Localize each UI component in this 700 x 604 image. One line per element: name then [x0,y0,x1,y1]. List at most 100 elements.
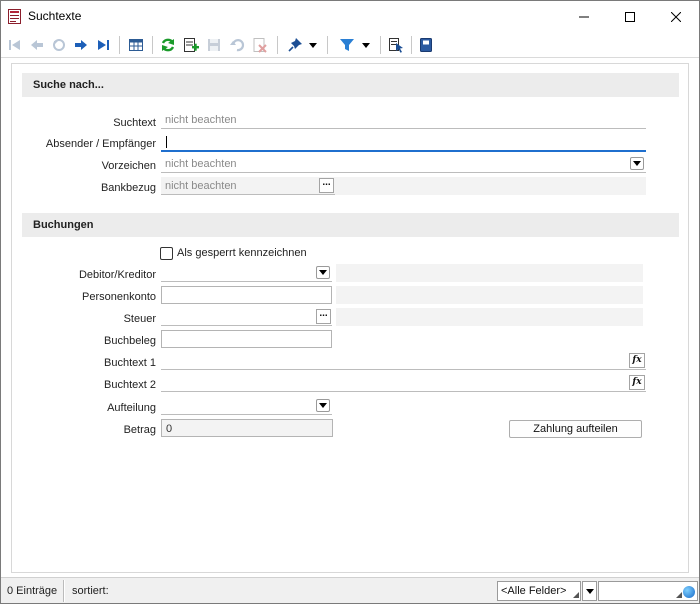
toolbar-separator [327,36,328,54]
buchungen-section-header: Buchungen [22,213,679,237]
aufteilung-dropdown-button[interactable] [316,399,330,412]
gesperrt-label: Als gesperrt kennzeichnen [177,247,307,259]
suchtext-label: Suchtext [113,117,156,129]
book-button[interactable] [416,35,436,55]
toolbar-separator [411,36,412,54]
personenkonto-input[interactable] [161,286,332,304]
debitor-name-display [336,264,643,282]
suchtext-input[interactable]: nicht beachten [161,111,646,129]
chevron-down-icon [309,42,317,48]
pin-button[interactable] [285,35,305,55]
buchtext1-label: Buchtext 1 [104,357,156,369]
betrag-input[interactable]: 0 [161,419,333,437]
text-caret [166,136,167,148]
close-icon [671,11,681,22]
buchtext2-formula-button[interactable]: fx [629,375,645,390]
search-section-header: Suche nach... [22,73,679,97]
resize-grip-icon [676,592,682,598]
debitor-dropdown-button[interactable] [316,266,330,279]
refresh-button[interactable] [158,35,178,55]
buchtext1-input[interactable]: fx [161,352,646,370]
bankbezug-placeholder: nicht beachten [165,180,237,192]
next-record-icon [75,40,87,50]
last-record-button[interactable] [93,35,113,55]
chevron-down-icon [633,161,641,166]
save-icon [208,39,220,51]
chevron-down-icon [319,403,327,408]
pin-dropdown-button[interactable] [306,35,320,55]
vorzeichen-label: Vorzeichen [101,160,156,172]
globe-icon[interactable] [683,586,695,598]
chevron-down-icon [585,588,594,594]
zahlung-aufteilen-button[interactable]: Zahlung aufteilen [509,420,642,438]
buchbeleg-input[interactable] [161,330,332,348]
steuer-input[interactable]: ... [161,308,332,326]
chevron-down-icon [319,270,327,275]
undo-icon [230,39,245,52]
field-filter-select[interactable]: <Alle Felder> [497,581,581,601]
toolbar-separator [119,36,120,54]
previous-record-icon [31,40,43,50]
new-record-button[interactable] [181,35,201,55]
toolbar [1,32,699,58]
toolbar-separator [152,36,153,54]
undo-button[interactable] [227,35,247,55]
aufteilung-select[interactable] [161,397,332,415]
pin-icon [288,38,302,52]
filter-icon [340,39,354,51]
steuer-label: Steuer [123,313,156,325]
bankbezug-filler [335,177,646,195]
minimize-icon [579,16,589,17]
select-button[interactable] [386,35,406,55]
filter-dropdown-button[interactable] [359,35,373,55]
gesperrt-checkbox[interactable] [160,247,173,260]
content-area: Suche nach... Suchtext nicht beachten Ab… [1,59,699,577]
table-view-icon [129,39,143,51]
debitor-select[interactable] [161,264,332,282]
vorzeichen-select[interactable]: nicht beachten [161,155,646,173]
vorzeichen-dropdown-button[interactable] [630,157,644,170]
select-icon [389,38,403,53]
maximize-button[interactable] [607,1,653,32]
bankbezug-browse-button[interactable]: ... [319,178,334,193]
aufteilung-label: Aufteilung [107,402,156,414]
buchtext2-input[interactable]: fx [161,374,646,392]
status-separator [63,580,65,602]
betrag-label: Betrag [123,424,156,436]
close-button[interactable] [653,1,699,32]
first-record-button[interactable] [5,35,25,55]
maximize-icon [625,11,635,22]
refresh-icon [161,38,175,52]
quick-search-input[interactable] [598,581,698,601]
previous-record-button[interactable] [27,35,47,55]
table-view-button[interactable] [126,35,146,55]
steuer-browse-button[interactable]: ... [316,309,331,324]
sort-status: sortiert: [72,585,109,597]
toolbar-separator [277,36,278,54]
next-record-button[interactable] [71,35,91,55]
last-record-icon [98,40,109,50]
buchtext1-formula-button[interactable]: fx [629,353,645,368]
save-button[interactable] [204,35,224,55]
delete-icon [253,38,267,53]
minimize-button[interactable] [561,1,607,32]
first-record-icon [9,40,20,50]
new-record-icon [184,38,199,52]
back-button[interactable] [49,35,69,55]
absender-label: Absender / Empfänger [45,138,156,150]
app-window: Suchtexte Suche nach... Suchtext nicht b… [0,0,700,604]
resize-grip-icon [573,592,579,598]
field-filter-value: <Alle Felder> [501,585,567,597]
title-bar: Suchtexte [1,1,699,32]
delete-button[interactable] [250,35,270,55]
filter-button[interactable] [337,35,357,55]
personenkonto-name-display [336,286,643,304]
window-title: Suchtexte [28,9,82,23]
absender-input[interactable] [161,133,646,152]
status-bar: 0 Einträge sortiert: <Alle Felder> [1,577,699,603]
bankbezug-input[interactable]: nicht beachten ... [161,177,335,195]
bankbezug-label: Bankbezug [100,182,156,194]
vorzeichen-placeholder: nicht beachten [165,158,237,170]
field-filter-dropdown-button[interactable] [582,581,597,601]
record-count: 0 Einträge [7,585,58,597]
